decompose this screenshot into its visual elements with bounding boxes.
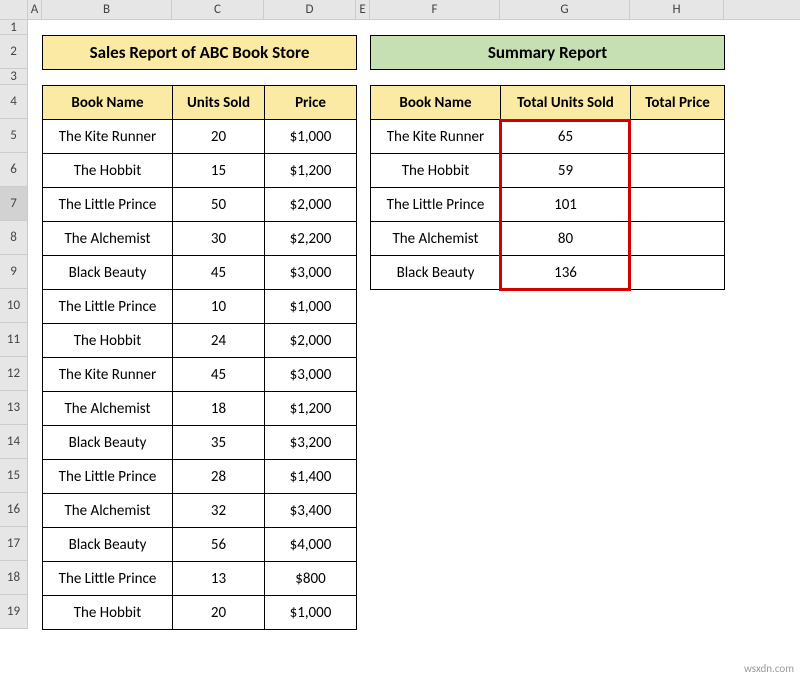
row-header-17[interactable]: 17 (0, 527, 28, 561)
table-row: The Hobbit59 (371, 154, 725, 188)
summary-hdr-book[interactable]: Book Name (371, 86, 501, 120)
col-header-G[interactable]: G (500, 0, 630, 19)
row-header-19[interactable]: 19 (0, 595, 28, 629)
col-header-B[interactable]: B (42, 0, 172, 19)
col-header-A[interactable]: A (28, 0, 42, 19)
table-row: The Hobbit15$1,200 (43, 154, 357, 188)
row-header-16[interactable]: 16 (0, 493, 28, 527)
table-row: The Hobbit24$2,000 (43, 324, 357, 358)
sales-title: Sales Report of ABC Book Store (43, 36, 357, 70)
row-header-6[interactable]: 6 (0, 153, 28, 187)
col-header-C[interactable]: C (172, 0, 264, 19)
row-header-15[interactable]: 15 (0, 459, 28, 493)
row-header-7[interactable]: 7 (0, 187, 28, 221)
summary-hdr-total-price[interactable]: Total Price (631, 86, 725, 120)
col-header-D[interactable]: D (264, 0, 356, 19)
row-header-2[interactable]: 2 (0, 35, 28, 69)
table-row: The Kite Runner20$1,000 (43, 120, 357, 154)
sales-table: Sales Report of ABC Book Store Book Name… (42, 35, 357, 630)
row-header-8[interactable]: 8 (0, 221, 28, 255)
table-row: Black Beauty56$4,000 (43, 528, 357, 562)
row-header-3[interactable]: 3 (0, 69, 28, 85)
table-row: The Little Prince10$1,000 (43, 290, 357, 324)
summary-hdr-total-units[interactable]: Total Units Sold (501, 86, 631, 120)
sales-hdr-price[interactable]: Price (265, 86, 357, 120)
row-header-14[interactable]: 14 (0, 425, 28, 459)
select-all-corner[interactable] (0, 0, 28, 19)
table-row: The Little Prince101 (371, 188, 725, 222)
row-headers: 1 2 3 4 5 6 7 8 9 10 11 12 13 14 15 16 1… (0, 20, 28, 629)
table-row: The Little Prince50$2,000 (43, 188, 357, 222)
row-header-5[interactable]: 5 (0, 119, 28, 153)
summary-title: Summary Report (371, 36, 725, 70)
table-row: Black Beauty35$3,200 (43, 426, 357, 460)
table-row: The Alchemist80 (371, 222, 725, 256)
watermark: wsxdn.com (744, 662, 794, 675)
col-header-E[interactable]: E (356, 0, 370, 19)
table-row: Black Beauty45$3,000 (43, 256, 357, 290)
row-header-9[interactable]: 9 (0, 255, 28, 289)
column-headers: A B C D E F G H (0, 0, 800, 20)
spreadsheet: A B C D E F G H 1 2 3 4 5 6 7 8 9 10 11 … (0, 0, 800, 679)
table-row: The Alchemist32$3,400 (43, 494, 357, 528)
row-header-12[interactable]: 12 (0, 357, 28, 391)
table-row: Black Beauty136 (371, 256, 725, 290)
row-header-11[interactable]: 11 (0, 323, 28, 357)
row-header-18[interactable]: 18 (0, 561, 28, 595)
table-row: The Little Prince13$800 (43, 562, 357, 596)
cell-grid[interactable]: Sales Report of ABC Book Store Book Name… (28, 20, 800, 629)
row-header-10[interactable]: 10 (0, 289, 28, 323)
summary-table: Summary Report Book Name Total Units Sol… (370, 35, 725, 290)
row-header-13[interactable]: 13 (0, 391, 28, 425)
col-header-H[interactable]: H (630, 0, 724, 19)
table-row: The Kite Runner45$3,000 (43, 358, 357, 392)
table-row: The Little Prince28$1,400 (43, 460, 357, 494)
sales-hdr-units[interactable]: Units Sold (173, 86, 265, 120)
row-header-1[interactable]: 1 (0, 20, 28, 35)
table-row: The Hobbit20$1,000 (43, 596, 357, 630)
row-header-4[interactable]: 4 (0, 85, 28, 119)
table-row: The Alchemist18$1,200 (43, 392, 357, 426)
sales-hdr-book[interactable]: Book Name (43, 86, 173, 120)
table-row: The Alchemist30$2,200 (43, 222, 357, 256)
table-row: The Kite Runner65 (371, 120, 725, 154)
col-header-F[interactable]: F (370, 0, 500, 19)
